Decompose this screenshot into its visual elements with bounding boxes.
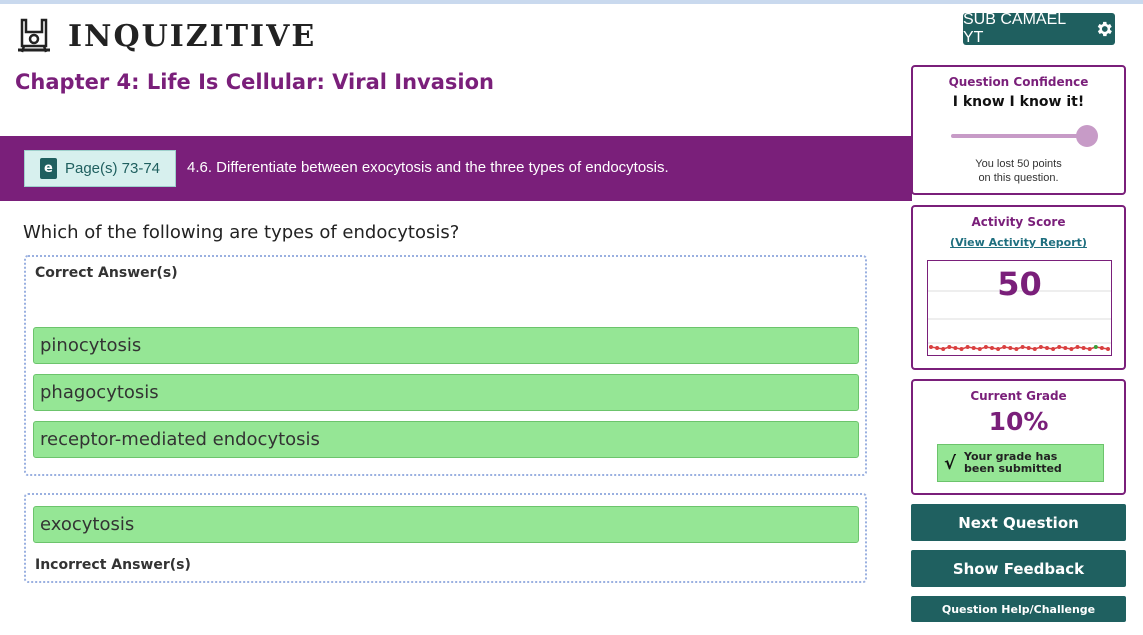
sparkline-point xyxy=(1057,345,1062,349)
next-question-button[interactable]: Next Question xyxy=(911,504,1126,541)
sparkline-point xyxy=(959,347,964,351)
answer-chip[interactable]: pinocytosis xyxy=(33,327,859,364)
sparkline-point xyxy=(1051,347,1056,351)
sparkline-point xyxy=(996,347,1001,351)
correct-answers-dropzone[interactable]: Correct Answer(s) pinocytosis phagocytos… xyxy=(24,255,867,476)
sparkline-point xyxy=(990,346,994,350)
incorrect-answers-label: Incorrect Answer(s) xyxy=(35,557,191,573)
sparkline-point xyxy=(1075,345,1080,349)
user-name-label: SUB CAMAEL YT xyxy=(963,11,1066,46)
current-grade-panel: Current Grade 10% √ Your grade has been … xyxy=(911,379,1126,495)
sparkline-point xyxy=(977,347,982,351)
question-help-challenge-button[interactable]: Question Help/Challenge xyxy=(911,596,1126,622)
sparkline-point xyxy=(953,346,958,350)
sparkline-point xyxy=(1087,347,1092,351)
sparkline-point xyxy=(947,345,952,349)
points-lost-note: You lost 50 points on this question. xyxy=(913,157,1124,185)
sparkline-point xyxy=(941,347,946,351)
ebook-pages-button[interactable]: e Page(s) 73-74 xyxy=(24,150,176,187)
checkmark-icon: √ xyxy=(944,452,957,474)
sparkline-point xyxy=(965,345,970,349)
current-grade-value: 10% xyxy=(988,407,1049,436)
confidence-slider[interactable] xyxy=(951,125,1098,147)
grade-submitted-text: Your grade has been submitted xyxy=(964,450,1062,475)
ebook-icon: e xyxy=(39,158,57,179)
sparkline-point xyxy=(1069,347,1074,351)
activity-score-value: 50 xyxy=(997,265,1042,303)
question-confidence-panel: Question Confidence I know I know it! Yo… xyxy=(911,65,1126,195)
points-lost-line2: on this question. xyxy=(978,172,1059,184)
show-feedback-button[interactable]: Show Feedback xyxy=(911,550,1126,587)
sparkline-point xyxy=(971,346,976,350)
activity-score-title: Activity Score xyxy=(971,215,1066,229)
confidence-slider-track xyxy=(951,134,1087,138)
correct-answers-label: Correct Answer(s) xyxy=(35,265,178,281)
sparkline-point xyxy=(1081,346,1086,350)
sparkline-point xyxy=(1032,347,1037,351)
answer-chip[interactable]: phagocytosis xyxy=(33,374,859,411)
current-grade-title: Current Grade xyxy=(970,389,1067,403)
learning-objective-text: 4.6. Differentiate between exocytosis an… xyxy=(187,159,669,176)
sparkline-point xyxy=(1063,346,1068,350)
app-logo: INQUIZITIVE xyxy=(14,16,316,56)
mascot-logo-icon xyxy=(18,18,50,53)
confidence-slider-thumb[interactable] xyxy=(1076,125,1098,147)
sparkline-point xyxy=(1099,346,1104,350)
user-menu-button[interactable]: SUB CAMAEL YT xyxy=(963,11,1115,46)
activity-score-chart: 50 xyxy=(927,260,1112,356)
chapter-title: Chapter 4: Life Is Cellular: Viral Invas… xyxy=(15,70,494,94)
confidence-level: I know I know it! xyxy=(952,94,1085,110)
question-prompt: Which of the following are types of endo… xyxy=(23,222,460,243)
ebook-pages-label: Page(s) 73-74 xyxy=(64,160,161,177)
gear-icon xyxy=(1098,21,1113,37)
sparkline-point xyxy=(929,345,933,349)
sparkline-point xyxy=(1106,347,1110,351)
sparkline-point xyxy=(1002,345,1007,349)
learning-objective-bar: e Page(s) 73-74 4.6. Differentiate betwe… xyxy=(0,136,912,201)
logo-text: INQUIZITIVE xyxy=(68,18,317,54)
top-accent-line xyxy=(0,0,1143,4)
sparkline-point xyxy=(1008,346,1013,350)
sparkline-point xyxy=(1045,346,1049,350)
answer-chip[interactable]: exocytosis xyxy=(33,506,859,543)
sparkline-point xyxy=(1020,345,1025,349)
sparkline-point xyxy=(1014,347,1019,351)
view-activity-report-link[interactable]: (View Activity Report) xyxy=(913,236,1124,249)
activity-score-panel: Activity Score (View Activity Report) 50 xyxy=(911,205,1126,370)
incorrect-answers-dropzone[interactable]: exocytosis Incorrect Answer(s) xyxy=(24,493,867,583)
sparkline-point xyxy=(1093,345,1098,349)
sparkline-point xyxy=(1026,346,1031,350)
points-lost-line1: You lost 50 points xyxy=(975,158,1062,170)
answer-chip[interactable]: receptor-mediated endocytosis xyxy=(33,421,859,458)
sparkline-point xyxy=(1038,345,1043,349)
grade-submitted-badge: √ Your grade has been submitted xyxy=(937,444,1104,482)
sparkline-point xyxy=(935,346,940,350)
confidence-title: Question Confidence xyxy=(948,75,1089,89)
sparkline-point xyxy=(983,345,988,349)
